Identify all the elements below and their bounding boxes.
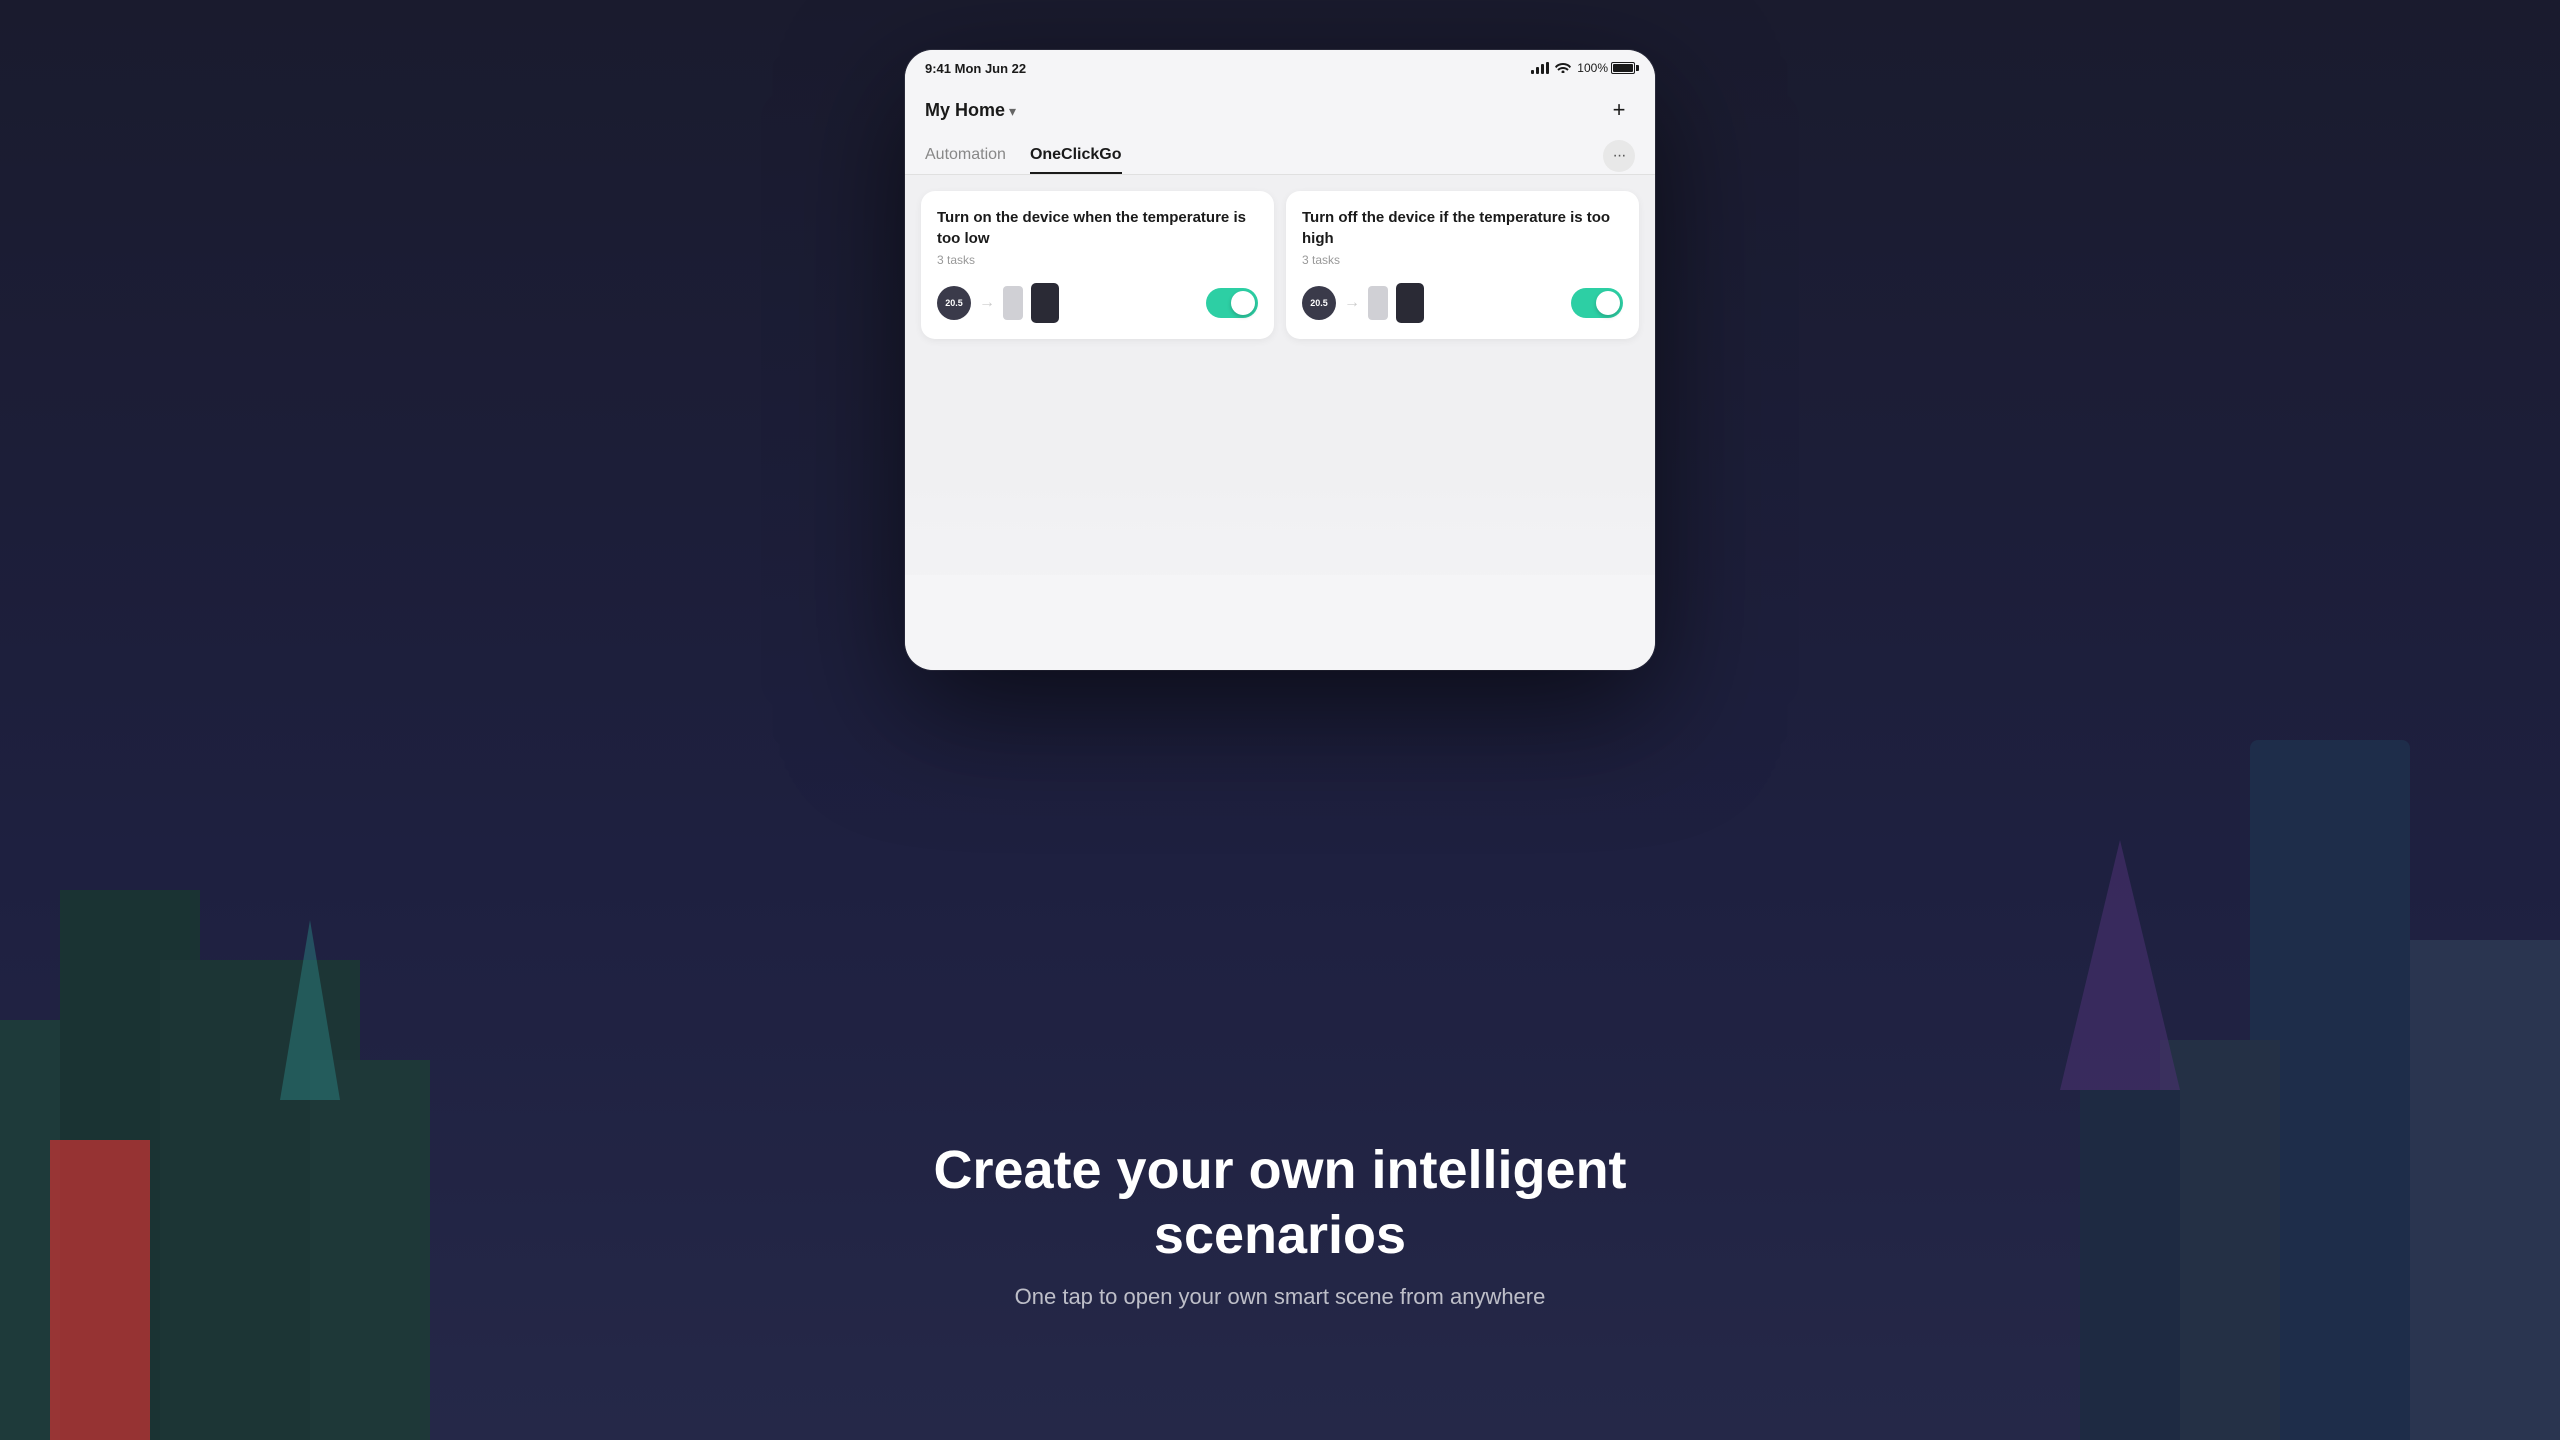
arrow-icon-1: → <box>979 294 995 312</box>
battery-indicator: 100% <box>1577 61 1635 75</box>
automation-grid: Turn on the device when the temperature … <box>921 191 1639 339</box>
content-area: Turn on the device when the temperature … <box>905 175 1655 575</box>
card-2-tasks: 3 tasks <box>1302 253 1623 267</box>
device-switch-2 <box>1396 283 1424 323</box>
building-left-5 <box>50 1140 150 1440</box>
arrow-icon-2: → <box>1344 294 1360 312</box>
device-plug-1 <box>1003 286 1023 320</box>
toggle-1[interactable] <box>1206 288 1258 318</box>
devices-row-1: 20.5 → <box>937 283 1059 323</box>
card-1-title: Turn on the device when the temperature … <box>937 207 1258 249</box>
device-plug-2 <box>1368 286 1388 320</box>
card-2-devices: 20.5 → <box>1302 283 1623 323</box>
wifi-icon <box>1555 61 1571 76</box>
more-options-button[interactable]: ··· <box>1603 140 1635 172</box>
battery-percent: 100% <box>1577 61 1608 75</box>
device-frame: 9:41 Mon Jun 22 100% <box>905 50 1655 670</box>
temp-value-2: 20.5 <box>1310 298 1328 308</box>
status-icons: 100% <box>1531 61 1635 76</box>
purple-triangle <box>2060 840 2180 1090</box>
sub-headline: One tap to open your own smart scene fro… <box>880 1284 1680 1310</box>
building-right-4 <box>2080 1090 2180 1440</box>
temp-sensor-1: 20.5 <box>937 286 971 320</box>
tab-bar: Automation OneClickGo ··· <box>905 138 1655 175</box>
battery-icon <box>1611 62 1635 74</box>
toggle-knob-1 <box>1231 291 1255 315</box>
device-frame-wrapper: 9:41 Mon Jun 22 100% <box>905 50 1655 670</box>
status-bar: 9:41 Mon Jun 22 100% <box>905 50 1655 86</box>
main-headline: Create your own intelligent scenarios <box>880 1138 1680 1268</box>
toggle-knob-2 <box>1596 291 1620 315</box>
card-1-devices: 20.5 → <box>937 283 1258 323</box>
status-time: 9:41 Mon Jun 22 <box>925 61 1026 76</box>
app-header: My Home ▾ + <box>905 86 1655 138</box>
home-title: My Home <box>925 100 1005 121</box>
card-2-title: Turn off the device if the temperature i… <box>1302 207 1623 249</box>
chevron-down-icon: ▾ <box>1009 103 1016 120</box>
devices-row-2: 20.5 → <box>1302 283 1424 323</box>
bottom-text-section: Create your own intelligent scenarios On… <box>880 1138 1680 1310</box>
home-selector[interactable]: My Home ▾ <box>925 100 1016 121</box>
signal-icon <box>1531 62 1549 74</box>
automation-card-2[interactable]: Turn off the device if the temperature i… <box>1286 191 1639 339</box>
device-switch-1 <box>1031 283 1059 323</box>
temp-value-1: 20.5 <box>945 298 963 308</box>
add-button[interactable]: + <box>1603 94 1635 126</box>
temp-sensor-2: 20.5 <box>1302 286 1336 320</box>
city-buildings <box>0 740 2560 1440</box>
automation-card-1[interactable]: Turn on the device when the temperature … <box>921 191 1274 339</box>
building-left-4 <box>310 1060 430 1440</box>
card-1-tasks: 3 tasks <box>937 253 1258 267</box>
toggle-2[interactable] <box>1571 288 1623 318</box>
tab-automation[interactable]: Automation <box>925 138 1006 174</box>
tab-oneclickgo[interactable]: OneClickGo <box>1030 138 1122 174</box>
